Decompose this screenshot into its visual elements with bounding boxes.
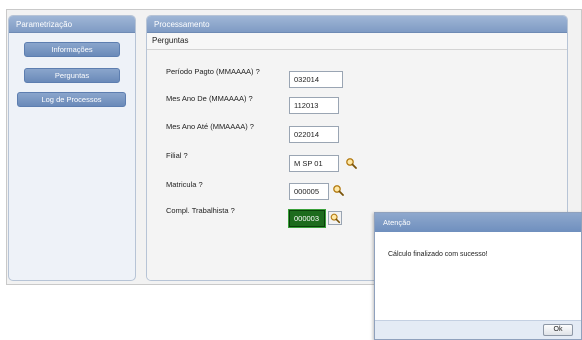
matricula-label: Matricula ?	[166, 180, 203, 189]
parametrizacao-panel: Parametrização Informações Perguntas Log…	[8, 15, 136, 281]
ok-button[interactable]: Ok	[543, 324, 573, 336]
compl-trabalhista-label: Compl. Trabalhista ?	[166, 206, 235, 215]
parametrizacao-header: Parametrização	[9, 16, 135, 33]
atencao-dialog: Atenção Cálculo finalizado com sucesso! …	[374, 212, 582, 340]
filial-lookup-icon[interactable]	[345, 157, 357, 169]
periodo-pagto-label: Período Pagto (MMAAAA) ?	[166, 67, 260, 76]
filial-label: Filial ?	[166, 151, 188, 160]
mes-ano-ate-label: Mes Ano Até (MMAAAA) ?	[166, 122, 254, 131]
dialog-title: Atenção	[375, 213, 581, 232]
periodo-pagto-input[interactable]: 032014	[289, 71, 343, 88]
matricula-lookup-icon[interactable]	[332, 184, 344, 196]
log-de-processos-button[interactable]: Log de Processos	[17, 92, 126, 107]
dialog-message: Cálculo finalizado com sucesso!	[388, 251, 488, 258]
filial-input[interactable]: M SP 01	[289, 155, 339, 172]
mes-ano-de-input[interactable]: 112013	[289, 97, 339, 114]
compl-trabalhista-input[interactable]: 000003	[288, 209, 326, 228]
informacoes-button[interactable]: Informações	[24, 42, 120, 57]
mes-ano-de-label: Mes Ano De (MMAAAA) ?	[166, 94, 253, 103]
compl-trabalhista-lookup-icon[interactable]	[328, 211, 342, 225]
perguntas-button[interactable]: Perguntas	[24, 68, 120, 83]
perguntas-subheader: Perguntas	[147, 33, 567, 50]
mes-ano-ate-input[interactable]: 022014	[289, 126, 339, 143]
matricula-input[interactable]: 000005	[289, 183, 329, 200]
dialog-footer: Ok	[375, 320, 581, 339]
processamento-header: Processamento	[147, 16, 567, 33]
